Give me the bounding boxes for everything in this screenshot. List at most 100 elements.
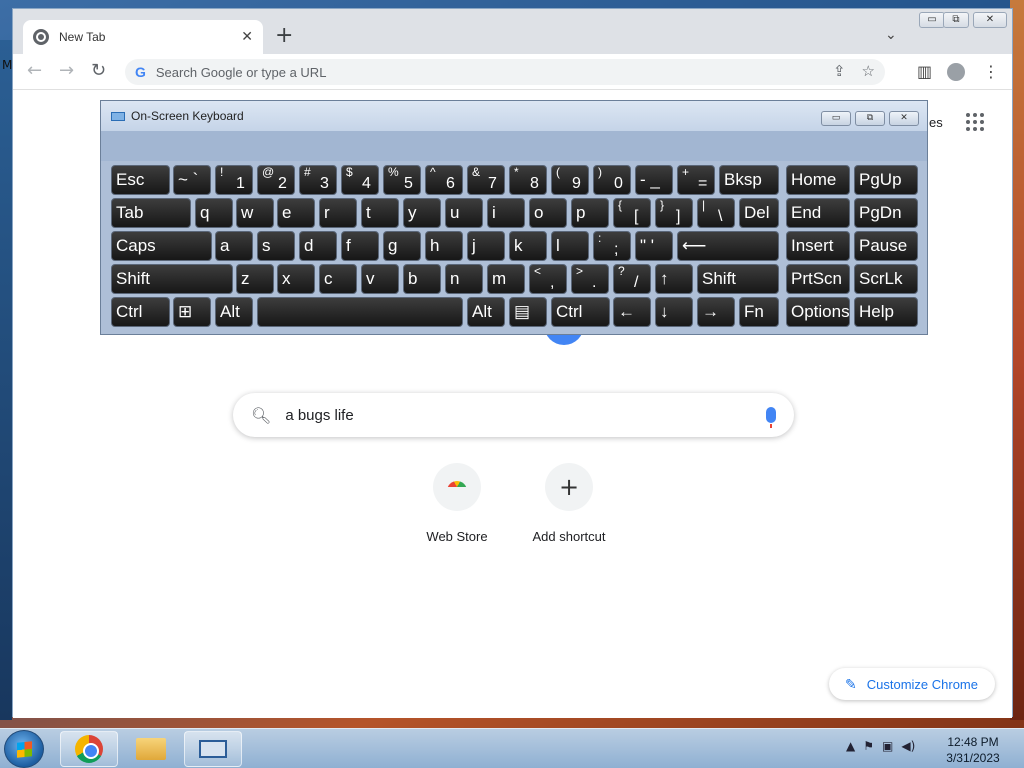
key-Options[interactable]: Options <box>786 297 850 327</box>
key-t[interactable]: t <box>361 198 399 228</box>
key-Alt[interactable]: Alt <box>215 297 253 327</box>
key-Insert[interactable]: Insert <box>786 231 850 261</box>
key-z[interactable]: z <box>236 264 274 294</box>
window-maximize-button[interactable]: ⧉ <box>943 12 969 28</box>
key-h[interactable]: h <box>425 231 463 261</box>
window-close-button[interactable]: ✕ <box>973 12 1007 28</box>
key---_[interactable]: - _ <box>635 165 673 195</box>
key-PgUp[interactable]: PgUp <box>854 165 918 195</box>
key->.[interactable]: >. <box>571 264 609 294</box>
key-Caps[interactable]: Caps <box>111 231 212 261</box>
key-d[interactable]: d <box>299 231 337 261</box>
show-hidden-icons-icon[interactable]: ▲ <box>846 739 855 753</box>
forward-icon[interactable]: → <box>59 60 74 82</box>
back-icon[interactable]: ← <box>27 60 42 82</box>
key-Ctrl[interactable]: Ctrl <box>551 297 610 327</box>
key-Pause[interactable]: Pause <box>854 231 918 261</box>
side-panel-icon[interactable]: ▥ <box>917 62 932 81</box>
search-input[interactable]: a bugs life <box>285 407 766 424</box>
key-c[interactable]: c <box>319 264 357 294</box>
key-End[interactable]: End <box>786 198 850 228</box>
tab-search-icon[interactable]: ⌄ <box>885 27 897 43</box>
key-*8[interactable]: * 8 <box>509 165 547 195</box>
search-box[interactable]: 🔍︎ a bugs life <box>233 393 794 437</box>
key-Del[interactable]: Del <box>739 198 779 228</box>
key-$4[interactable]: $4 <box>341 165 379 195</box>
key-k[interactable]: k <box>509 231 547 261</box>
key-~-`[interactable]: ~ ` <box>173 165 211 195</box>
osk-minimize-button[interactable]: ▭ <box>821 111 851 126</box>
key-←[interactable]: ← <box>613 297 651 327</box>
key-↓[interactable]: ↓ <box>655 297 693 327</box>
key-Fn[interactable]: Fn <box>739 297 779 327</box>
key-f[interactable]: f <box>341 231 379 261</box>
key-▤[interactable]: ▤ <box>509 297 547 327</box>
bookmark-star-icon[interactable]: ☆ <box>862 62 875 80</box>
address-bar[interactable]: G Search Google or type a URL ⇪ ☆ <box>125 59 885 85</box>
key-→[interactable]: → <box>697 297 735 327</box>
key-y[interactable]: y <box>403 198 441 228</box>
key-{[[interactable]: {[ <box>613 198 651 228</box>
tab-close-icon[interactable]: ✕ <box>241 29 253 45</box>
taskbar-osk[interactable] <box>184 731 242 767</box>
key-#3[interactable]: #3 <box>299 165 337 195</box>
key-Tab[interactable]: Tab <box>111 198 191 228</box>
key-e[interactable]: e <box>277 198 315 228</box>
key-n[interactable]: n <box>445 264 483 294</box>
key-|\[interactable]: | \ <box>697 198 735 228</box>
key-l[interactable]: l <box>551 231 589 261</box>
profile-avatar-icon[interactable] <box>947 63 965 81</box>
key-m[interactable]: m <box>487 264 525 294</box>
key-<,[interactable]: <, <box>529 264 567 294</box>
key-!1[interactable]: ! 1 <box>215 165 253 195</box>
key-^6[interactable]: ^ 6 <box>425 165 463 195</box>
key-?/[interactable]: ? / <box>613 264 651 294</box>
reload-icon[interactable]: ↻ <box>91 60 106 82</box>
key-Help[interactable]: Help <box>854 297 918 327</box>
key-Shift[interactable]: Shift <box>697 264 779 294</box>
key-PrtScn[interactable]: PrtScn <box>786 264 850 294</box>
key-space[interactable] <box>257 297 463 327</box>
shortcut-add[interactable]: + Add shortcut <box>513 463 625 544</box>
key-p[interactable]: p <box>571 198 609 228</box>
osk-titlebar[interactable]: On-Screen Keyboard ▭ ⧉ ✕ <box>101 101 927 131</box>
google-apps-icon[interactable] <box>966 113 984 131</box>
customize-chrome-button[interactable]: ✎ Customize Chrome <box>829 668 995 700</box>
key-r[interactable]: r <box>319 198 357 228</box>
key-g[interactable]: g <box>383 231 421 261</box>
key-↑[interactable]: ↑ <box>655 264 693 294</box>
osk-close-button[interactable]: ✕ <box>889 111 919 126</box>
key-v[interactable]: v <box>361 264 399 294</box>
key-⊞[interactable]: ⊞ <box>173 297 211 327</box>
voice-search-icon[interactable] <box>766 407 776 428</box>
key-(9[interactable]: (9 <box>551 165 589 195</box>
shortcut-web-store[interactable]: Web Store <box>401 463 513 544</box>
network-icon[interactable]: ▣ <box>882 739 893 753</box>
key-ScrLk[interactable]: ScrLk <box>854 264 918 294</box>
key-x[interactable]: x <box>277 264 315 294</box>
key-"-'[interactable]: " ' <box>635 231 673 261</box>
key-Alt[interactable]: Alt <box>467 297 505 327</box>
taskbar-explorer[interactable] <box>122 731 180 767</box>
key-Esc[interactable]: Esc <box>111 165 170 195</box>
key-)0[interactable]: ) 0 <box>593 165 631 195</box>
key-⟵[interactable]: ⟵ <box>677 231 779 261</box>
key-:;[interactable]: :; <box>593 231 631 261</box>
key-w[interactable]: w <box>236 198 274 228</box>
key-Ctrl[interactable]: Ctrl <box>111 297 170 327</box>
key-Bksp[interactable]: Bksp <box>719 165 779 195</box>
new-tab-button[interactable]: + <box>275 23 293 49</box>
key-q[interactable]: q <box>195 198 233 228</box>
key-u[interactable]: u <box>445 198 483 228</box>
clock[interactable]: 12:48 PM 3/31/2023 <box>940 734 1006 766</box>
key-a[interactable]: a <box>215 231 253 261</box>
key-b[interactable]: b <box>403 264 441 294</box>
key-i[interactable]: i <box>487 198 525 228</box>
key-@2[interactable]: @2 <box>257 165 295 195</box>
images-link[interactable]: es <box>929 115 943 130</box>
tab-new-tab[interactable]: New Tab ✕ <box>23 20 263 54</box>
taskbar-chrome[interactable] <box>60 731 118 767</box>
start-button[interactable] <box>4 730 44 768</box>
action-center-icon[interactable]: ⚑ <box>863 739 874 753</box>
key-j[interactable]: j <box>467 231 505 261</box>
